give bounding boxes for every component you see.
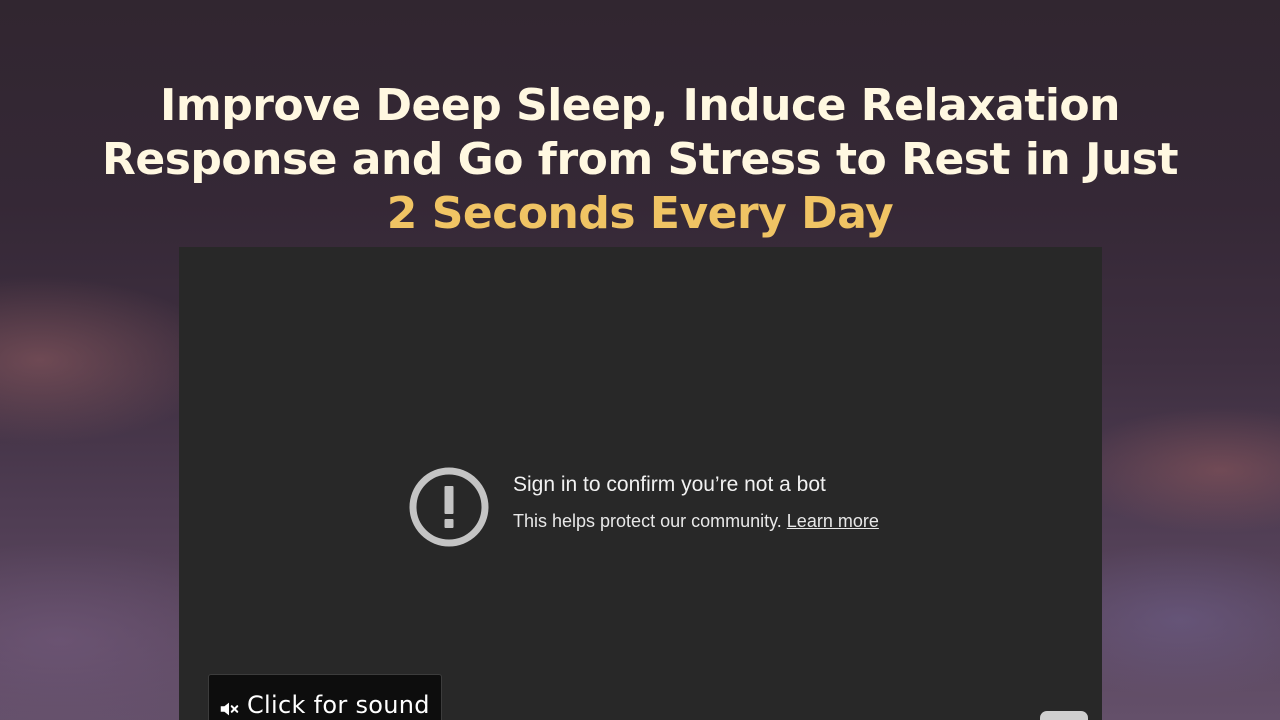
headline-accent-line: 2 Seconds Every Day — [386, 188, 894, 240]
bot-check-message: Sign in to confirm you’re not a bot This… — [409, 467, 909, 549]
click-for-sound-button[interactable]: Click for sound — [208, 674, 442, 720]
bot-check-subtitle-text: This helps protect our community. — [513, 511, 782, 531]
bot-check-title: Sign in to confirm you’re not a bot — [513, 473, 826, 496]
alert-circle-icon — [409, 467, 489, 547]
hero-headline: Improve Deep Sleep, Induce Relaxation Re… — [0, 79, 1280, 241]
speaker-muted-icon — [220, 702, 239, 716]
headline-line-1: Improve Deep Sleep, Induce Relaxation — [160, 80, 1120, 132]
headline-line-2: Response and Go from Stress to Rest in J… — [102, 134, 1179, 186]
bot-check-subtitle: This helps protect our community. Learn … — [513, 511, 879, 532]
video-player[interactable]: Sign in to confirm you’re not a bot This… — [179, 247, 1102, 720]
player-corner-control[interactable] — [1040, 711, 1088, 720]
click-for-sound-label: Click for sound — [247, 691, 430, 719]
learn-more-link[interactable]: Learn more — [787, 511, 879, 531]
